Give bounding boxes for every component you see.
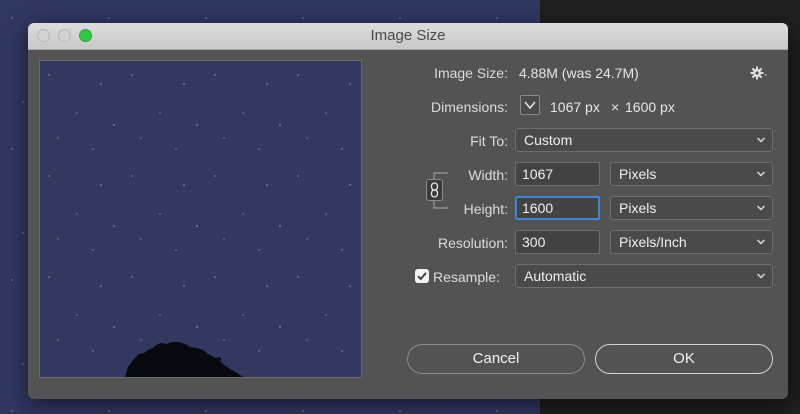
- image-preview[interactable]: [39, 60, 362, 378]
- chevron-down-icon: [756, 266, 766, 286]
- resolution-unit-select[interactable]: Pixels/Inch: [610, 230, 773, 254]
- height-input[interactable]: 1600: [515, 196, 600, 220]
- checkmark-icon: [417, 272, 427, 281]
- fit-to-select[interactable]: Custom: [515, 128, 773, 152]
- width-unit-select[interactable]: Pixels: [610, 162, 773, 186]
- chevron-down-icon: [756, 232, 766, 252]
- image-size-dialog: Image Size Image Size: 4.88M (was 24.7M)…: [28, 23, 788, 399]
- dimensions-times-symbol: ×: [611, 99, 620, 115]
- fit-to-label: Fit To:: [470, 133, 508, 149]
- resample-checkbox[interactable]: [415, 269, 429, 283]
- dimensions-width-value: 1067 px: [550, 99, 600, 115]
- fit-to-value: Custom: [524, 132, 573, 148]
- resolution-unit-value: Pixels/Inch: [619, 234, 687, 250]
- chain-link-icon[interactable]: [426, 179, 443, 201]
- height-label: Height:: [463, 201, 508, 217]
- resample-label: Resample:: [433, 269, 500, 285]
- dimensions-label: Dimensions:: [430, 99, 508, 115]
- chevron-down-icon: [524, 101, 536, 110]
- chevron-down-icon: [756, 164, 766, 184]
- width-input[interactable]: 1067: [515, 162, 600, 186]
- width-label: Width:: [468, 167, 508, 183]
- chevron-down-icon: [756, 130, 766, 150]
- title-bar: Image Size: [28, 23, 788, 50]
- resolution-input[interactable]: 300: [515, 230, 600, 254]
- dimensions-toggle-button[interactable]: [520, 95, 540, 115]
- ok-button[interactable]: OK: [595, 344, 773, 374]
- resample-value: Automatic: [524, 268, 587, 284]
- resolution-label: Resolution:: [437, 235, 508, 251]
- image-size-value: 4.88M (was 24.7M): [519, 65, 639, 81]
- window-title: Image Size: [370, 27, 446, 44]
- height-unit-value: Pixels: [619, 200, 657, 216]
- height-unit-select[interactable]: Pixels: [610, 196, 773, 220]
- resample-select[interactable]: Automatic: [515, 264, 773, 288]
- tree-silhouette: [125, 342, 243, 377]
- gear-icon[interactable]: [750, 65, 770, 81]
- cancel-button[interactable]: Cancel: [407, 344, 585, 374]
- chevron-down-icon: [756, 198, 766, 218]
- image-size-label: Image Size:: [434, 65, 508, 81]
- width-unit-value: Pixels: [619, 166, 657, 182]
- dimensions-height-value: 1600 px: [625, 99, 675, 115]
